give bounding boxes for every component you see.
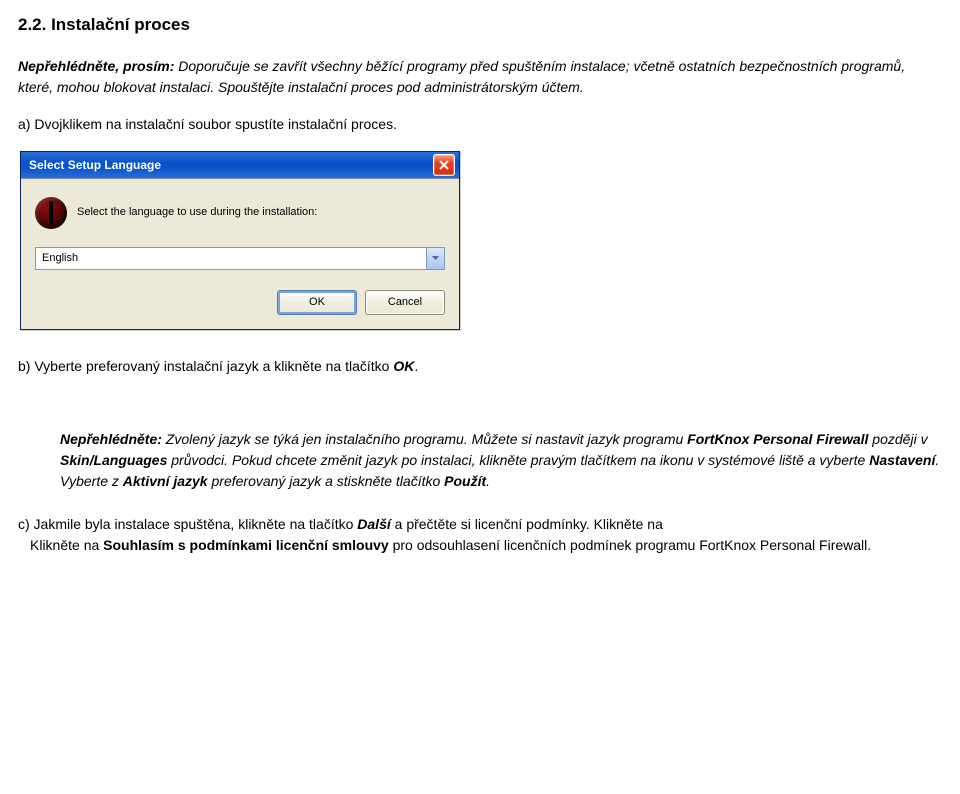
note-aktivni: Aktivní jazyk — [123, 473, 208, 489]
note-s3: průvodci. Pokud chcete změnit jazyk po i… — [167, 452, 869, 468]
step-c-indent: Klikněte na — [18, 537, 103, 553]
language-dropdown[interactable]: English — [35, 247, 445, 270]
cancel-button[interactable]: Cancel — [365, 290, 445, 315]
step-b-ok: OK — [393, 358, 414, 374]
ok-button[interactable]: OK — [277, 290, 357, 315]
note-skin: Skin/Languages — [60, 452, 167, 468]
note-nastaveni: Nastavení — [869, 452, 935, 468]
dialog-prompt: Select the language to use during the in… — [77, 204, 317, 221]
note-s2: později v — [868, 431, 927, 447]
section-heading: 2.2. Instalační proces — [18, 12, 942, 38]
step-c-t2: a přečtěte si licenční podmínky. Kliknět… — [391, 516, 663, 532]
note-paragraph: Nepřehlédněte: Zvolený jazyk se týká jen… — [60, 429, 942, 492]
note-s6: . — [486, 473, 490, 489]
step-b-text-1: b) Vyberte preferovaný instalační jazyk … — [18, 358, 393, 374]
step-b-text-2: . — [414, 358, 418, 374]
intro-lead: Nepřehlédněte, prosím: — [18, 58, 174, 74]
dialog-title: Select Setup Language — [29, 156, 433, 174]
app-icon — [35, 197, 67, 229]
step-c-souhlasim: Souhlasím s podmínkami licenční smlouvy — [103, 537, 389, 553]
intro-paragraph: Nepřehlédněte, prosím: Doporučuje se zav… — [18, 56, 942, 98]
step-c-dalsi: Další — [357, 516, 390, 532]
note-s1: Zvolený jazyk se týká jen instalačního p… — [162, 431, 687, 447]
note-product: FortKnox Personal Firewall — [687, 431, 868, 447]
step-c: c) Jakmile byla instalace spuštěna, klik… — [18, 514, 942, 556]
step-c-t1: c) Jakmile byla instalace spuštěna, klik… — [18, 516, 357, 532]
close-icon[interactable] — [433, 154, 455, 176]
step-b: b) Vyberte preferovaný instalační jazyk … — [18, 356, 942, 377]
dialog-button-row: OK Cancel — [35, 290, 445, 315]
setup-language-dialog: Select Setup Language Select the languag… — [20, 151, 460, 330]
dialog-titlebar: Select Setup Language — [21, 152, 459, 178]
chevron-down-icon[interactable] — [426, 248, 444, 269]
note-lead: Nepřehlédněte: — [60, 431, 162, 447]
note-s5: preferovaný jazyk a stiskněte tlačítko — [208, 473, 445, 489]
dialog-body: Select the language to use during the in… — [21, 178, 459, 329]
step-a: a) Dvojklikem na instalační soubor spust… — [18, 114, 942, 135]
note-pouzit: Použít — [444, 473, 486, 489]
language-dropdown-value: English — [36, 248, 426, 269]
step-c-t3: pro odsouhlasení licenčních podmínek pro… — [389, 537, 871, 553]
